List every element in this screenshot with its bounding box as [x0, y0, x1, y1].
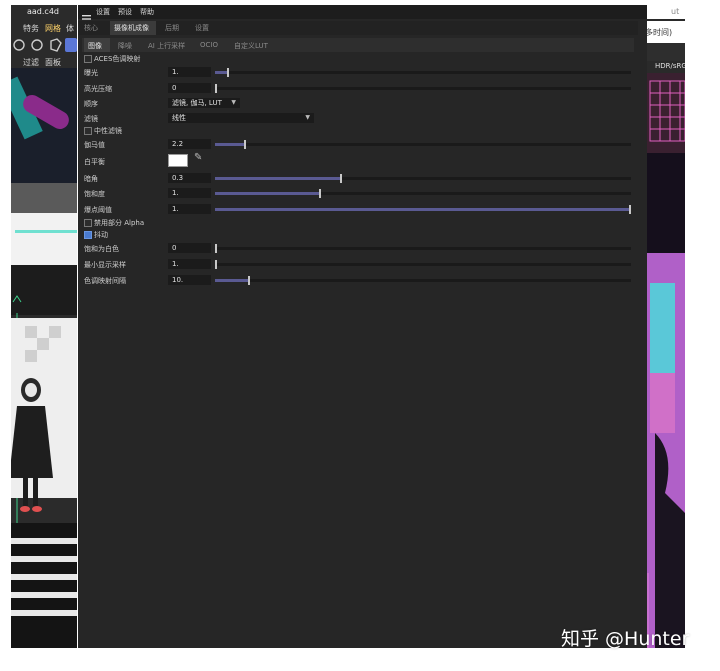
chevron-down-icon: ▼ [231, 99, 236, 106]
filter-value: 线性 [172, 114, 186, 122]
saturate-to-white-slider[interactable] [215, 244, 631, 253]
gamma-input[interactable]: 2.2 [168, 139, 211, 149]
tab-denoise[interactable]: 降噪 [118, 41, 132, 51]
left-app-title: aad.c4d [27, 7, 59, 16]
saturation-slider[interactable] [215, 189, 631, 198]
white-balance-label: 白平衡 [84, 158, 105, 166]
left-app-menu-1[interactable]: 特务 [23, 23, 39, 34]
tab-ai-upsampler[interactable]: AI 上行采样 [148, 41, 185, 51]
disable-partial-alpha-checkbox[interactable] [84, 219, 92, 227]
tab-camera-imager[interactable]: 摄像机成像 [114, 23, 149, 33]
left-app-viewport[interactable] [11, 68, 77, 648]
min-display-samples-input[interactable]: 1. [168, 259, 211, 269]
right-app-top-text: ut [671, 7, 680, 16]
filter-label: 滤镜 [84, 115, 98, 123]
neutral-filter-checkbox[interactable] [84, 127, 92, 135]
right-app-time-label: 多时间) [645, 28, 673, 37]
tonemap-interval-slider[interactable] [215, 276, 631, 285]
tonemap-interval-input[interactable]: 10. [168, 275, 211, 285]
left-background-app: aad.c4d 特务 网格 体 过滤 面板 [11, 5, 77, 648]
order-dropdown[interactable]: 滤镜, 伽马, LUT ▼ [168, 98, 240, 108]
tab-custom-lut[interactable]: 自定义LUT [234, 41, 268, 51]
saturate-to-white-input[interactable]: 0 [168, 243, 211, 253]
tab-settings[interactable]: 设置 [195, 23, 209, 33]
aces-tonemapping-checkbox[interactable] [84, 55, 92, 63]
exposure-slider[interactable] [215, 68, 631, 77]
chevron-down-icon: ▼ [305, 114, 310, 121]
order-label: 顺序 [84, 100, 98, 108]
left-app-panel[interactable]: 面板 [45, 57, 61, 68]
highlight-compression-label: 高光压缩 [84, 85, 112, 93]
sub-tabs: 图像 降噪 AI 上行采样 OCIO 自定义LUT [82, 38, 634, 52]
main-tabs: 核心 摄像机成像 后期 设置 [78, 21, 638, 35]
dither-label: 抖动 [94, 231, 108, 239]
highlight-compression-slider[interactable] [215, 84, 631, 93]
white-balance-color-swatch[interactable] [168, 154, 188, 167]
filter-dropdown[interactable]: 线性 ▼ [168, 113, 314, 123]
aces-tonemapping-label: ACES色调映射 [94, 55, 141, 63]
saturation-label: 饱和度 [84, 190, 105, 198]
left-app-menu-3[interactable]: 体 [66, 23, 74, 34]
hot-pixel-threshold-input[interactable]: 1. [168, 204, 211, 214]
tab-kernel[interactable]: 核心 [84, 23, 98, 33]
hot-pixel-threshold-slider[interactable] [215, 205, 631, 214]
exposure-label: 曝光 [84, 69, 98, 77]
disable-partial-alpha-label: 禁用部分 Alpha [94, 219, 145, 227]
saturation-input[interactable]: 1. [168, 188, 211, 198]
gamma-label: 伽马值 [84, 141, 105, 149]
neutral-filter-label: 中性滤镜 [94, 127, 122, 135]
vignette-slider[interactable] [215, 174, 631, 183]
dither-checkbox[interactable] [84, 231, 92, 239]
tonemap-interval-label: 色调映射间隔 [84, 277, 126, 285]
tab-ocio[interactable]: OCIO [200, 41, 218, 49]
tab-image[interactable]: 图像 [88, 41, 102, 51]
eyedropper-icon[interactable]: ✎ [194, 152, 202, 163]
vignette-label: 暗角 [84, 175, 98, 183]
order-value: 滤镜, 伽马, LUT [172, 99, 222, 107]
tab-post[interactable]: 后期 [165, 23, 179, 33]
left-app-menu-2[interactable]: 网格 [45, 23, 61, 34]
gamma-slider[interactable] [215, 140, 631, 149]
left-app-toolbar-icons[interactable] [11, 37, 77, 53]
vignette-input[interactable]: 0.3 [168, 173, 211, 183]
exposure-input[interactable]: 1. [168, 67, 211, 77]
hot-pixel-threshold-label: 爆点阈值 [84, 206, 112, 214]
menu-presets[interactable]: 预设 [118, 7, 132, 17]
watermark: 知乎 @Hunter [561, 628, 690, 650]
saturate-to-white-label: 饱和为白色 [84, 245, 119, 253]
left-app-filter[interactable]: 过滤 [23, 57, 39, 68]
hamburger-menu-icon[interactable] [82, 8, 91, 23]
menu-bar: 设置 预设 帮助 [78, 5, 647, 23]
menu-help[interactable]: 帮助 [140, 7, 154, 17]
camera-imager-settings-dialog: 设置 预设 帮助 核心 摄像机成像 后期 设置 图像 降噪 AI 上行采样 OC… [78, 5, 647, 648]
min-display-samples-slider[interactable] [215, 260, 631, 269]
menu-settings[interactable]: 设置 [96, 7, 110, 17]
highlight-compression-input[interactable]: 0 [168, 83, 211, 93]
right-app-hdr-label: HDR/sRG [655, 62, 685, 70]
min-display-samples-label: 最小显示采样 [84, 261, 126, 269]
